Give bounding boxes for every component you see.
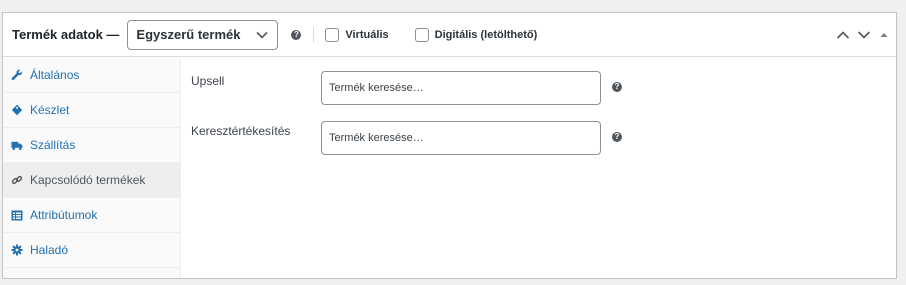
panel-title: Termék adatok — [12, 27, 120, 42]
wrench-icon [11, 69, 23, 81]
tab-shipping[interactable]: Szállítás [3, 128, 180, 163]
tab-inventory-label: Készlet [30, 103, 70, 117]
tag-icon [11, 104, 23, 116]
move-up-icon[interactable] [836, 30, 850, 40]
tab-inventory[interactable]: Készlet [3, 93, 180, 128]
tab-general-label: Általános [30, 68, 80, 82]
product-data-panel: Termék adatok — Egyszerű termék ? Virtuá… [2, 12, 897, 279]
product-data-tabs: Általános Készlet Szállítás Kapcsolódó t… [3, 58, 181, 278]
tab-advanced-label: Haladó [30, 243, 69, 257]
crosssell-label: Keresztértékesítés [191, 124, 291, 138]
downloadable-checkbox[interactable] [414, 27, 429, 42]
move-down-icon[interactable] [857, 30, 871, 40]
tab-linked-products-label: Kapcsolódó termékek [30, 173, 146, 187]
virtual-option[interactable]: Virtuális [325, 27, 389, 42]
downloadable-label: Digitális (letölthető) [434, 28, 538, 41]
panel-controls [836, 13, 890, 57]
truck-icon [11, 139, 23, 151]
upsell-help-icon[interactable]: ? [612, 82, 622, 92]
crosssell-search-input[interactable] [321, 121, 601, 155]
tab-general[interactable]: Általános [3, 58, 180, 93]
upsell-search-input[interactable] [321, 71, 601, 105]
gear-icon [11, 244, 23, 256]
downloadable-option[interactable]: Digitális (letölthető) [414, 27, 538, 42]
tab-attributes[interactable]: Attribútumok [3, 198, 180, 233]
tab-shipping-label: Szállítás [30, 138, 76, 152]
help-icon[interactable]: ? [291, 29, 302, 40]
tab-advanced[interactable]: Haladó [3, 233, 180, 268]
crosssell-help-icon[interactable]: ? [612, 132, 622, 142]
virtual-label: Virtuális [345, 28, 389, 41]
list-icon [11, 209, 23, 221]
link-icon [11, 174, 23, 186]
tab-attributes-label: Attribútumok [30, 208, 98, 222]
header-divider [313, 26, 315, 43]
upsell-label: Upsell [191, 74, 225, 88]
chevron-down-icon [256, 31, 268, 39]
product-type-select[interactable]: Egyszerű termék [127, 19, 279, 50]
panel-header: Termék adatok — Egyszerű termék ? Virtuá… [3, 13, 896, 57]
virtual-checkbox[interactable] [325, 27, 340, 42]
collapse-toggle-icon[interactable] [878, 30, 890, 40]
tab-linked-products[interactable]: Kapcsolódó termékek [3, 163, 180, 198]
panel-body: Általános Készlet Szállítás Kapcsolódó t… [3, 58, 896, 278]
product-type-value: Egyszerű termék [136, 27, 241, 42]
